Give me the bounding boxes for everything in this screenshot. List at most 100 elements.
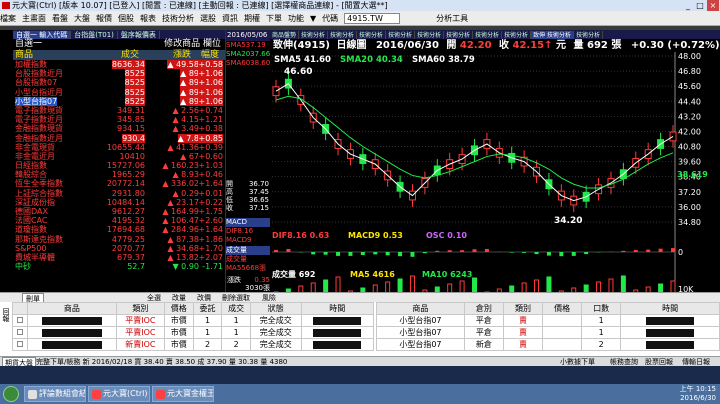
menu-item-7[interactable]: 技術分析 (162, 11, 194, 25)
chart-tab[interactable]: 技術分析 (386, 31, 416, 39)
row-checkbox[interactable] (11, 326, 29, 339)
quote-price: 4195.32 (111, 216, 145, 226)
watchlist-title[interactable]: 自選一 (15, 39, 42, 49)
col-header[interactable]: 類別 (115, 302, 165, 315)
chart-tab[interactable]: 致伸 技術分析 (531, 31, 575, 39)
col-price[interactable]: 成交 (121, 50, 139, 60)
menu-item-9[interactable]: 資訊 (222, 11, 238, 25)
row-checkbox[interactable] (11, 338, 29, 351)
table-row[interactable]: 小型台指07 平倉賣 1 (376, 314, 720, 327)
chart-tab[interactable]: 技術分析 (299, 31, 329, 39)
quote-row[interactable]: 非金電現貨 10655.44 ▲ 41.36 +0.39 (13, 143, 225, 152)
col-header[interactable]: 委託 (192, 302, 223, 315)
col-pct[interactable]: 幅度 (201, 50, 219, 60)
chart-tab[interactable]: 技術分析 (473, 31, 503, 39)
menu-item-4[interactable]: 報價 (96, 11, 112, 25)
col-header[interactable]: 狀態 (250, 302, 302, 315)
quote-row[interactable]: 小型台指近月 8525 ▲ 89 +1.06 (13, 87, 225, 97)
quote-row[interactable]: 電子指數近月 345.85 ▲ 4.15 +1.21 (13, 115, 225, 124)
table-row[interactable]: 平賣IOC 市價 1 1 完全成交 (11, 314, 375, 327)
menu-item-8[interactable]: 選股 (200, 11, 216, 25)
chart-tab[interactable]: 技術分析 (502, 31, 532, 39)
quote-row[interactable]: 加權指數 8636.34 ▲ 49.58 +0.58 (13, 60, 225, 70)
table-row[interactable]: 小型台指07 新倉賣 2 (376, 338, 720, 351)
table-row[interactable]: 平賣IOC 市價 1 1 完全成交 (11, 326, 375, 339)
chart-tab[interactable]: 技術分析 (444, 31, 474, 39)
col-header[interactable]: 口數 (581, 302, 622, 315)
quote-row[interactable]: 電子指數現貨 349.31 ▲ 2.56 +0.74 (13, 106, 225, 115)
row-checkbox[interactable] (11, 314, 29, 327)
quote-row[interactable]: 小型台指07 8525 ▲ 89 +1.06 (13, 96, 225, 106)
analysis-tools-button[interactable]: 分析工具 (436, 11, 468, 25)
menu-item-1[interactable]: 主畫面 (22, 11, 46, 25)
volume-tab[interactable]: MA55668張 (226, 264, 271, 273)
quote-row[interactable]: 深証成份指 10484.14 ▲ 23.17 +0.22 (13, 198, 225, 207)
col-name[interactable]: 商品 (15, 50, 33, 60)
col-header[interactable]: 價格 (542, 302, 583, 315)
col-header[interactable]: 倉別 (463, 302, 504, 315)
close-icon[interactable]: × (707, 0, 719, 11)
taskbar-item[interactable]: 元大寶(Ctrl) [版本 1... (88, 386, 150, 402)
stock-chart[interactable]: 商品盤勢 技術分析 技術分析 技術分析 技術分析 技術分析 技術分析 技術分析 技術分析 致伸 技… (270, 30, 720, 292)
quote-row[interactable]: 金融指數現貨 934.15 ▲ 3.49 +0.38 (13, 124, 225, 133)
col-header[interactable]: 商品 (27, 302, 117, 315)
col-header[interactable]: 類別 (502, 302, 544, 315)
chart-svg[interactable]: 48.00 46.80 45.60 44.40 43.20 42.00 40.80 39.60… (270, 52, 720, 292)
quote-row[interactable]: S&P500 2070.77 ▲ 34.68 +1.70 (13, 244, 225, 253)
indicator-tab[interactable]: MACD9 (226, 236, 271, 245)
quote-row[interactable]: 那斯達克指數 4779.25 ▲ 87.38 +1.86 (13, 235, 225, 244)
quote-row[interactable]: 台股指數近月 8525 ▲ 89 +1.06 (13, 69, 225, 79)
quote-tab-1[interactable]: 台指盤(T01) (71, 31, 118, 39)
quote-tab-0[interactable]: 自選一 輸入代碼 (13, 31, 72, 39)
table-row[interactable]: 新賣IOC 市價 2 2 完全成交 (11, 338, 375, 351)
indicator-tab[interactable]: MACD (226, 218, 271, 227)
chart-tab[interactable]: 技術分析 (357, 31, 387, 39)
col-header[interactable]: 時間 (620, 302, 720, 315)
taskbar-item[interactable]: 元大寶金權王 - 選時... (152, 386, 214, 402)
col-header[interactable]: 價格 (163, 302, 194, 315)
quote-row[interactable]: 費城半導體 679.37 ▲ 13.82 +2.07 (13, 253, 225, 262)
col-header[interactable]: 成交 (221, 302, 252, 315)
quote-row[interactable]: 上証綜合指數 2931.80 ▲ 0.29 +0.01 (13, 189, 225, 198)
chart-tab[interactable]: 技術分析 (574, 31, 604, 39)
volume-tab[interactable]: 成交量 (226, 255, 271, 264)
menu-item-2[interactable]: 看盤 (52, 11, 68, 25)
table-row[interactable]: 小型台指07 平倉賣 1 (376, 326, 720, 339)
col-header[interactable]: 商品 (376, 302, 465, 315)
menu-item-11[interactable]: 下單 (266, 11, 282, 25)
indicator-tab[interactable]: DIF8.16 (226, 227, 271, 236)
minimize-icon[interactable]: _ (682, 0, 694, 11)
chart-tab[interactable]: 商品盤勢 (270, 31, 300, 39)
code-input[interactable]: 4915.TW (344, 13, 401, 24)
quote-row[interactable]: 日經指數 15727.06 ▲ 160.23 +1.03 (13, 161, 225, 170)
volume-tab[interactable]: 成交量 (226, 246, 271, 255)
chart-tab[interactable]: 技術分析 (328, 31, 358, 39)
menu-item-6[interactable]: 報表 (140, 11, 156, 25)
taskbar-item[interactable]: 評論數組會結束主... (24, 386, 86, 402)
chart-tab[interactable]: 技術分析 (415, 31, 445, 39)
system-clock[interactable]: 上午 10:15 2016/6/30 (680, 385, 716, 403)
quote-row[interactable]: 台股指數07 8525 ▲ 89 +1.06 (13, 78, 225, 88)
quote-row[interactable]: 中砂 52.7 ▼ 0.90 -1.71 (13, 262, 225, 271)
menu-item-0[interactable]: 檔案 (0, 11, 16, 25)
watchlist-edit[interactable]: 修改商品 欄位 (164, 39, 221, 50)
menu-item-5[interactable]: 個股 (118, 11, 134, 25)
quote-tab-2[interactable]: 盤序報價表 (118, 31, 160, 39)
quote-row[interactable]: 非金電近月 10410 ▲ 67 +0.60 (13, 152, 225, 161)
menu-item-10[interactable]: 期權 (244, 11, 260, 25)
col-chg[interactable]: 漲跌 (173, 50, 191, 60)
col-header[interactable] (11, 302, 29, 315)
menu-item-3[interactable]: 大盤 (74, 11, 90, 25)
quote-row[interactable]: 道瓊指數 17694.68 ▲ 284.96 +1.64 (13, 225, 225, 234)
start-button[interactable] (3, 386, 19, 402)
menu-item-12[interactable]: 功能 (288, 11, 304, 25)
table-cell: 完全成交 (250, 314, 302, 327)
col-header[interactable]: 時間 (300, 302, 375, 315)
quote-row[interactable]: 金融指數近月 930.4 ▲ 7.8 +0.85 (13, 133, 225, 143)
volume-unit: 張 (611, 40, 622, 51)
menu-item-13[interactable]: ▼ (310, 11, 316, 25)
quote-row[interactable]: 德國DAX 9612.27 ▲ 164.99 +1.75 (13, 207, 225, 216)
maximize-icon[interactable]: □ (694, 0, 706, 11)
quote-row[interactable]: 法國CAC 4195.32 ▲ 106.47 +2.60 (13, 216, 225, 225)
quote-row[interactable]: 恆生全季指數 20772.14 ▲ 336.02 +1.64 (13, 179, 225, 188)
